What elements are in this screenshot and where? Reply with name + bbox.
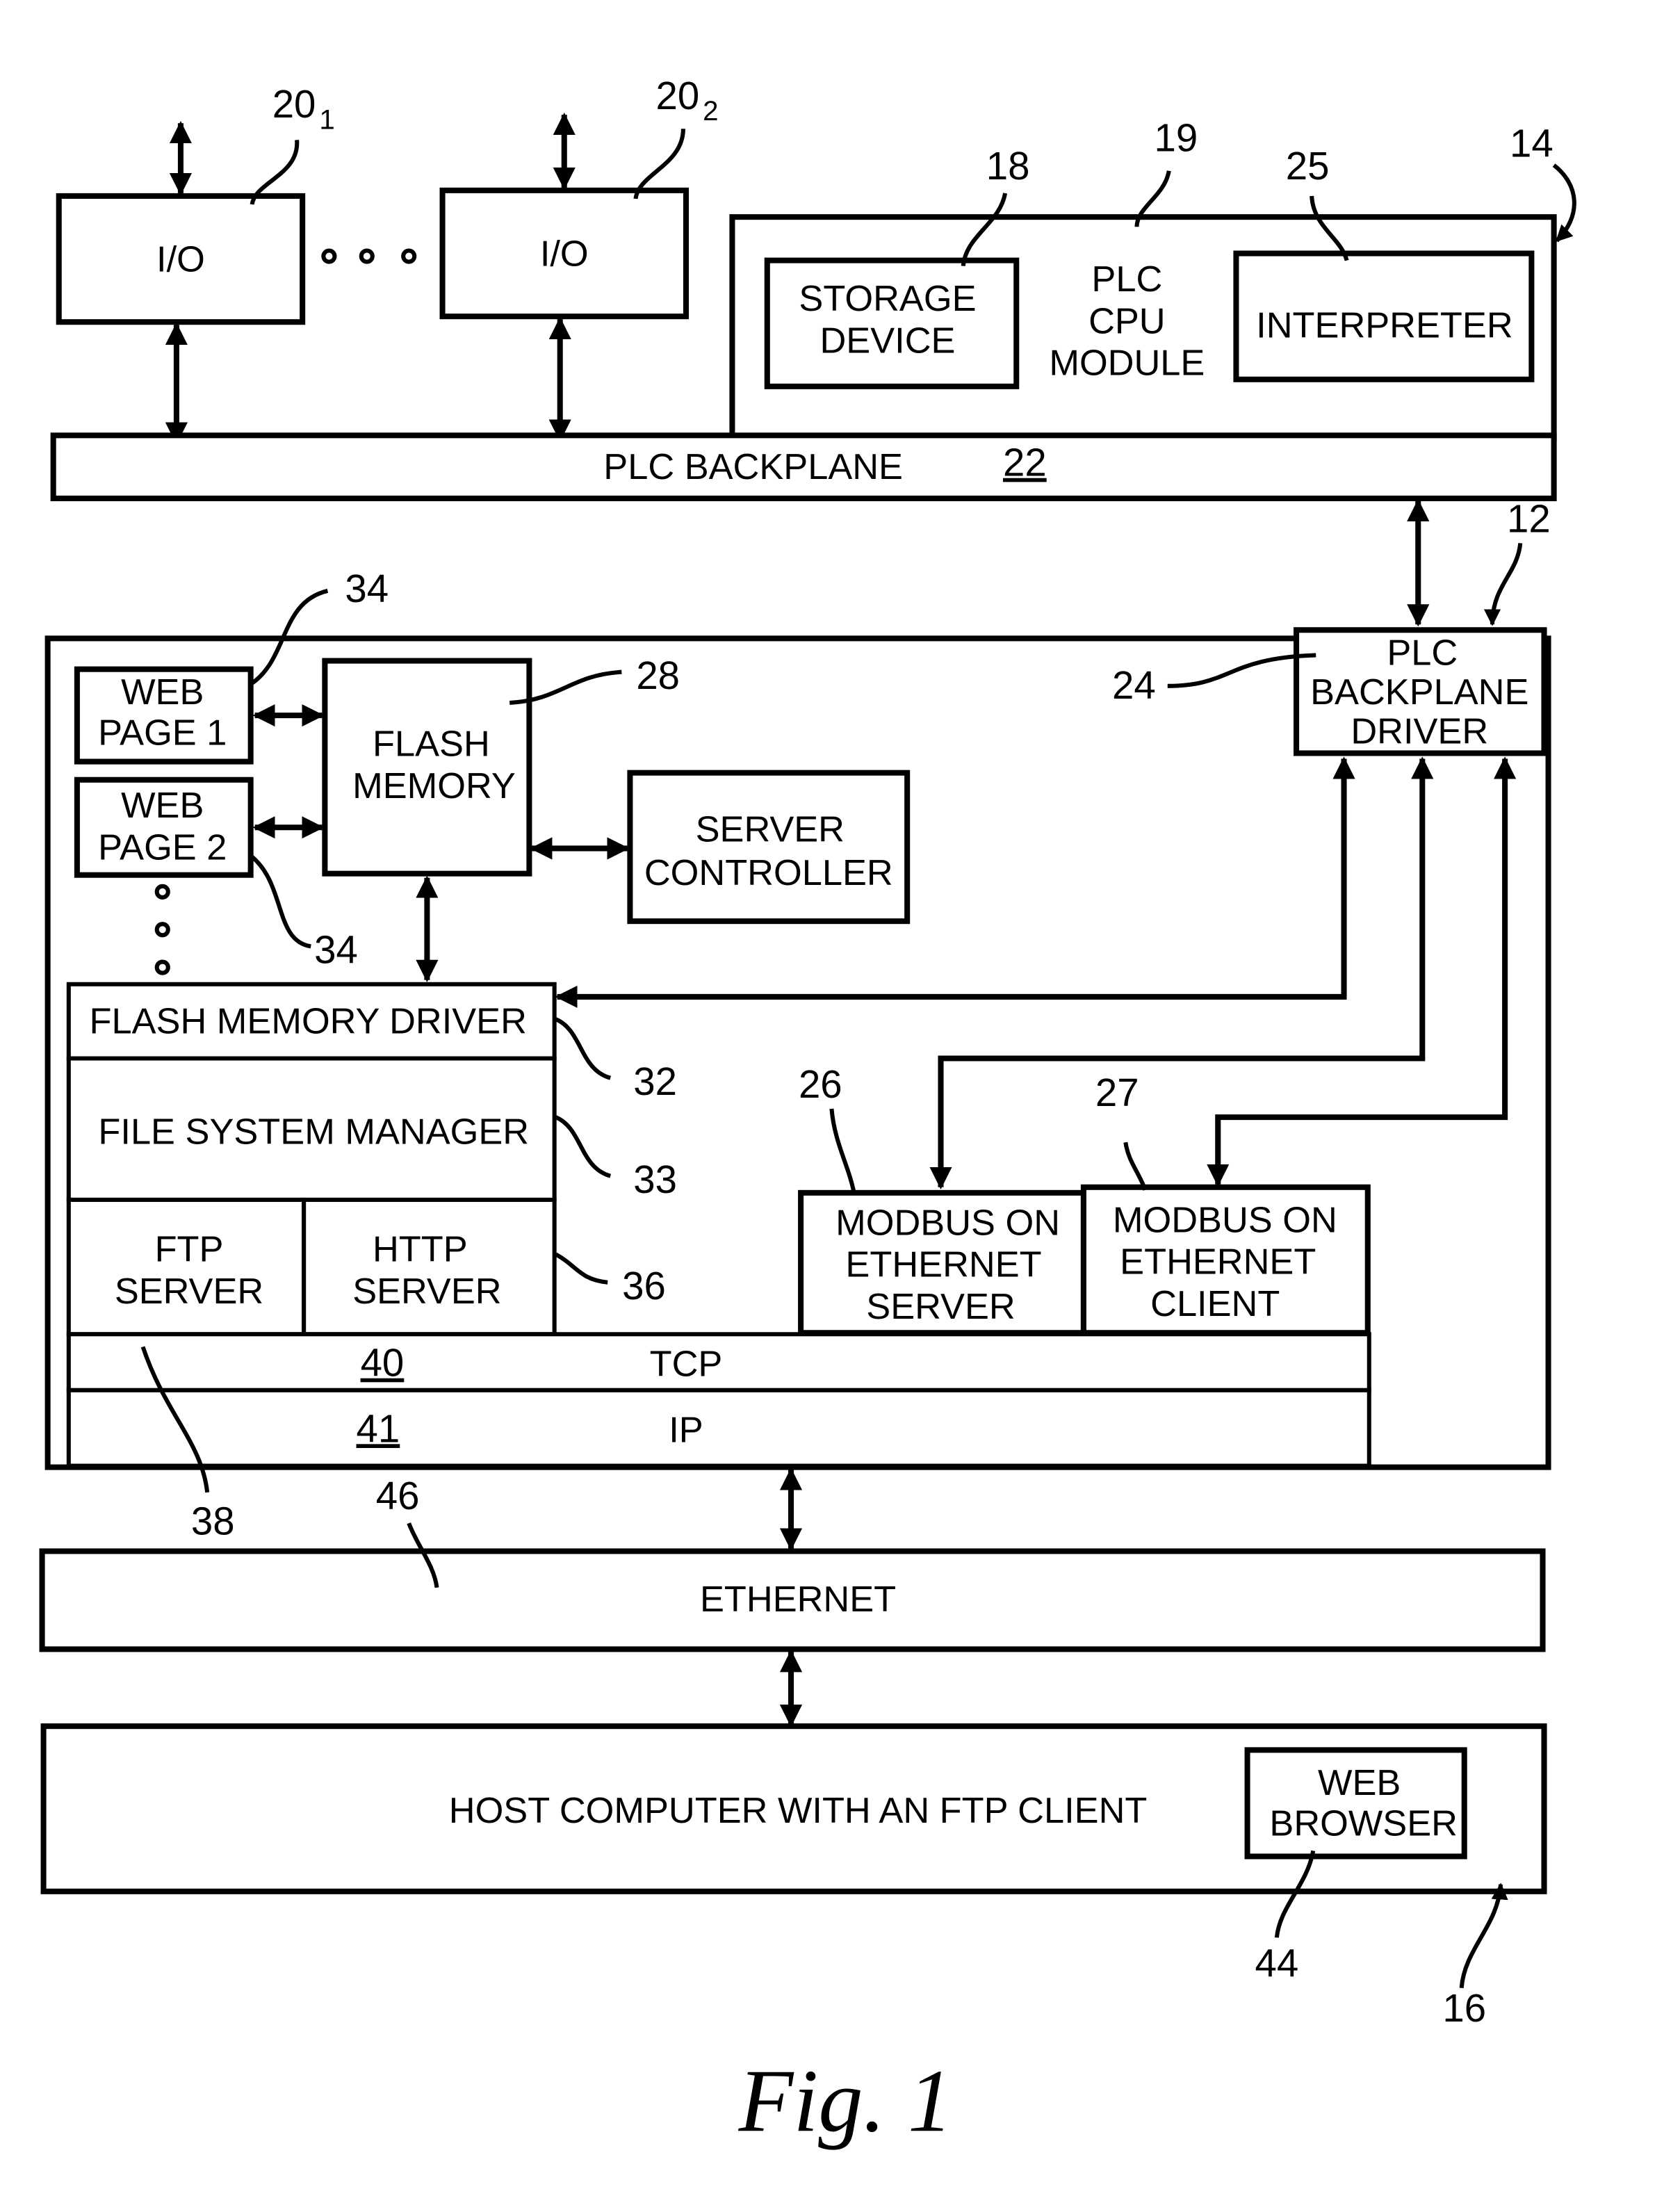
module-12-leader [1483, 543, 1523, 626]
io-module-2: I/O [439, 187, 689, 320]
modbus-client-ref: 27 [1095, 1071, 1139, 1114]
driver-label-line-2: BACKPLANE [1310, 672, 1528, 713]
http-server-label-line-1: HTTP [373, 1230, 468, 1270]
plc-cpu-label-line-1: PLC [1091, 259, 1162, 300]
interpreter: INTERPRETER [1233, 250, 1535, 382]
interpreter-label: INTERPRETER [1256, 305, 1512, 345]
flash-memory-ref: 28 [636, 653, 680, 697]
io-1-ref-sub: 1 [319, 104, 334, 135]
modbus-ethernet-client: MODBUS ON ETHERNET CLIENT [1080, 1184, 1371, 1336]
driver-ref: 24 [1112, 663, 1156, 707]
ethernet-bus: ETHERNET [39, 1548, 1546, 1652]
interpreter-ref: 25 [1286, 144, 1330, 188]
ftp-server-label-line-2: SERVER [115, 1271, 263, 1312]
ip-ref: 41 [357, 1406, 400, 1450]
modbus-client-label-line-1: MODBUS ON [1113, 1200, 1337, 1240]
flash-memory-driver: FLASH MEMORY DRIVER [66, 982, 557, 1061]
driver-label-line-3: DRIVER [1351, 711, 1488, 751]
storage-device-label-line-2: DEVICE [819, 321, 955, 361]
http-server-label-line-2: SERVER [352, 1271, 501, 1312]
modbus-server-label-line-3: SERVER [866, 1287, 1015, 1327]
servers-ref: 36 [622, 1264, 666, 1308]
plc-backplane: PLC BACKPLANE 22 [50, 432, 1557, 501]
file-system-manager-ref: 33 [633, 1157, 677, 1201]
host-computer-leader [1459, 1882, 1508, 1988]
plc-backplane-label: PLC BACKPLANE [603, 447, 903, 487]
web-page-1-label-line-2: PAGE 1 [98, 713, 227, 753]
assembly-14-ref: 14 [1510, 122, 1553, 165]
web-page-2-ref: 34 [314, 928, 358, 972]
io-module-1: I/O [56, 193, 306, 325]
io-2-ref: 20 [656, 74, 700, 117]
file-system-manager: FILE SYSTEM MANAGER [66, 1056, 557, 1202]
tcp-label: TCP [650, 1344, 723, 1385]
web-page-1: WEB PAGE 1 [74, 666, 254, 765]
flash-memory: FLASH MEMORY [322, 658, 532, 877]
plc-backplane-driver: PLC BACKPLANE DRIVER [1294, 627, 1547, 756]
plc-cpu-label-line-3: MODULE [1049, 343, 1205, 384]
ethernet-label: ETHERNET [700, 1579, 896, 1620]
ip-label: IP [669, 1410, 703, 1450]
figure-caption: Fig. 1 [738, 2051, 953, 2150]
flash-memory-driver-ref: 32 [633, 1059, 677, 1103]
host-computer-ref: 16 [1442, 1986, 1486, 2030]
web-page-2: WEB PAGE 2 [74, 776, 254, 878]
web-page-1-label-line-1: WEB [121, 672, 204, 713]
host-computer-label: HOST COMPUTER WITH AN FTP CLIENT [449, 1791, 1148, 1831]
storage-device-label-line-1: STORAGE [799, 279, 976, 319]
patent-figure: I/O I/O 20 1 20 2 PLC CPU MODULE STORAGE… [39, 74, 1576, 2150]
flash-memory-label-line-1: FLASH [373, 724, 490, 765]
http-server: HTTP SERVER [302, 1197, 557, 1337]
plc-cpu-label-line-2: CPU [1088, 301, 1166, 341]
web-page-1-ref: 34 [345, 567, 389, 610]
io-2-ref-sub: 2 [703, 95, 718, 127]
tcp-layer: 40 TCP [66, 1332, 1371, 1392]
plc-backplane-ref: 22 [1003, 441, 1047, 485]
ip-layer: 41 IP [66, 1388, 1371, 1468]
web-browser-label-line-2: BROWSER [1269, 1803, 1458, 1844]
io-1-ref: 20 [272, 82, 316, 126]
file-system-manager-label: FILE SYSTEM MANAGER [98, 1112, 529, 1152]
modbus-ethernet-server: MODBUS ON ETHERNET SERVER [798, 1189, 1086, 1336]
storage-device: STORAGE DEVICE [764, 257, 1020, 389]
module-12-ref: 12 [1507, 496, 1551, 540]
flash-memory-driver-label: FLASH MEMORY DRIVER [89, 1001, 526, 1041]
modbus-server-label-line-2: ETHERNET [845, 1245, 1041, 1285]
ethernet-ref: 46 [376, 1474, 420, 1518]
driver-label-line-1: PLC [1387, 633, 1458, 674]
modbus-client-label-line-3: CLIENT [1150, 1284, 1280, 1324]
flash-memory-label-line-2: MEMORY [352, 766, 516, 806]
io-module-2-label: I/O [540, 234, 589, 275]
ellipsis-dots [321, 248, 417, 264]
modbus-server-label-line-1: MODBUS ON [835, 1203, 1060, 1243]
modbus-server-ref: 26 [799, 1062, 842, 1106]
web-browser-ref: 44 [1255, 1942, 1298, 1985]
web-page-2-label-line-1: WEB [121, 786, 204, 826]
modbus-client-label-line-2: ETHERNET [1120, 1242, 1316, 1283]
ftp-server-label-line-1: FTP [155, 1230, 224, 1270]
ftp-server-ref: 38 [191, 1499, 235, 1543]
web-browser: WEB BROWSER [1244, 1747, 1467, 1860]
server-controller-label-line-2: CONTROLLER [644, 853, 893, 893]
ftp-server: FTP SERVER [66, 1197, 307, 1337]
web-page-2-label-line-2: PAGE 2 [98, 828, 227, 868]
plc-cpu-ref: 19 [1154, 116, 1198, 160]
tcp-ref: 40 [361, 1341, 405, 1385]
server-controller-label-line-1: SERVER [696, 809, 845, 849]
web-browser-label-line-1: WEB [1318, 1763, 1401, 1803]
io-module-1-label: I/O [156, 240, 205, 280]
server-controller: SERVER CONTROLLER [627, 770, 911, 925]
assembly-14-leader [1552, 163, 1576, 243]
storage-device-ref: 18 [986, 144, 1030, 188]
